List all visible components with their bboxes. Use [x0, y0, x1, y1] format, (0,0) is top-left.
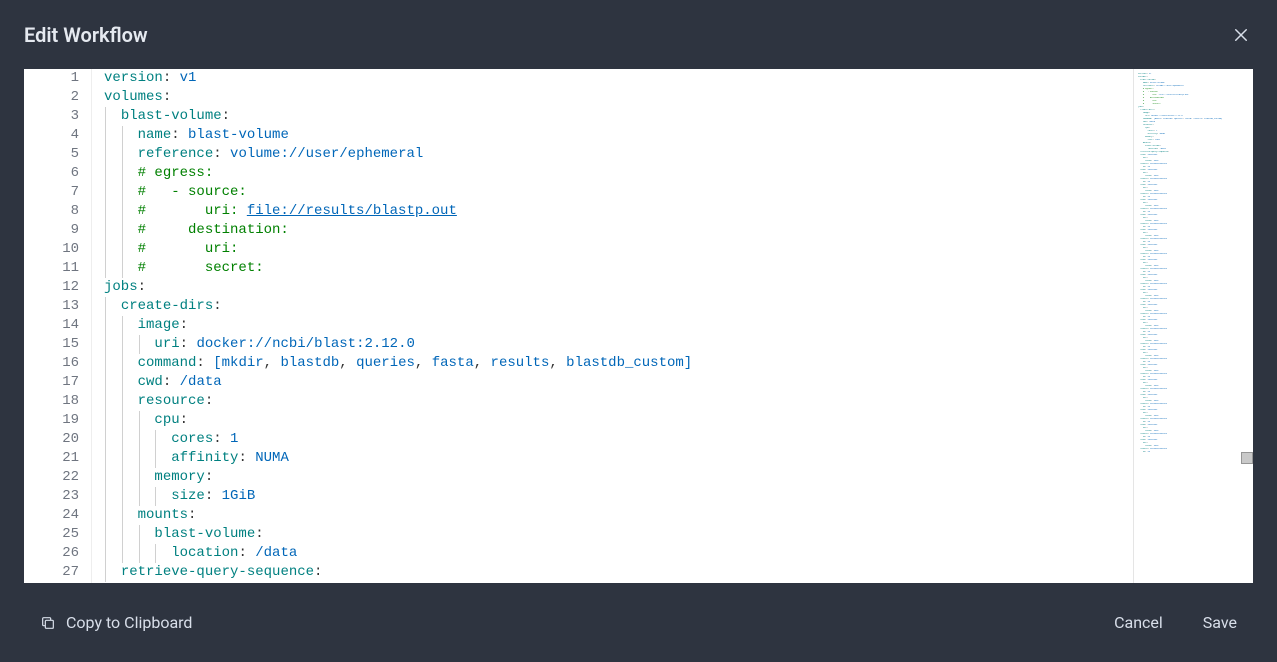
line-number: 4 — [24, 126, 79, 145]
code-line[interactable]: # - source: — [104, 183, 1133, 202]
code-line[interactable]: mounts: — [104, 506, 1133, 525]
save-button[interactable]: Save — [1203, 613, 1237, 632]
line-number: 24 — [24, 506, 79, 525]
line-number: 12 — [24, 278, 79, 297]
line-number-gutter: 1234567891011121314151617181920212223242… — [24, 69, 92, 583]
code-line[interactable]: cpu: — [104, 411, 1133, 430]
code-line[interactable]: reference: volume://user/ephemeral — [104, 145, 1133, 164]
minimap-thumb[interactable] — [1241, 452, 1253, 464]
line-number: 11 — [24, 259, 79, 278]
code-line[interactable]: affinity: NUMA — [104, 449, 1133, 468]
code-line[interactable]: image: — [104, 316, 1133, 335]
line-number: 17 — [24, 373, 79, 392]
code-line[interactable]: cores: 1 — [104, 430, 1133, 449]
footer-actions: Cancel Save — [1114, 613, 1237, 632]
line-number: 25 — [24, 525, 79, 544]
line-number: 27 — [24, 563, 79, 582]
line-number: 9 — [24, 221, 79, 240]
copy-to-clipboard-button[interactable]: Copy to Clipboard — [40, 613, 192, 632]
line-number: 1 — [24, 69, 79, 88]
code-line[interactable]: location: /data — [104, 544, 1133, 563]
copy-label: Copy to Clipboard — [66, 613, 192, 632]
line-number: 7 — [24, 183, 79, 202]
line-number: 21 — [24, 449, 79, 468]
code-line[interactable]: # uri: file://results/blastp.out — [104, 202, 1133, 221]
line-number: 14 — [24, 316, 79, 335]
line-number: 22 — [24, 468, 79, 487]
line-number: 16 — [24, 354, 79, 373]
dialog-header: Edit Workflow — [0, 0, 1277, 69]
line-number: 8 — [24, 202, 79, 221]
code-content[interactable]: version: v1volumes: blast-volume: name: … — [92, 69, 1133, 583]
code-line[interactable]: blast-volume: — [104, 525, 1133, 544]
line-number: 18 — [24, 392, 79, 411]
code-line[interactable]: # egress: — [104, 164, 1133, 183]
code-line[interactable]: create-dirs: — [104, 297, 1133, 316]
code-line[interactable]: # secret: — [104, 259, 1133, 278]
line-number: 3 — [24, 107, 79, 126]
code-line[interactable]: # destination: — [104, 221, 1133, 240]
line-number: 10 — [24, 240, 79, 259]
close-button[interactable] — [1229, 23, 1253, 47]
minimap-scrollbar[interactable] — [1241, 69, 1253, 583]
line-number: 5 — [24, 145, 79, 164]
code-line[interactable]: size: 1GiB — [104, 487, 1133, 506]
line-number: 20 — [24, 430, 79, 449]
code-line[interactable]: blast-volume: — [104, 107, 1133, 126]
code-line[interactable]: resource: — [104, 392, 1133, 411]
code-line[interactable]: memory: — [104, 468, 1133, 487]
code-line[interactable]: jobs: — [104, 278, 1133, 297]
minimap[interactable]: version: v1volumes: blast-volume: name: … — [1133, 69, 1253, 583]
code-line[interactable]: command: [mkdir, blastdb, queries, fasta… — [104, 354, 1133, 373]
dialog-title: Edit Workflow — [24, 23, 148, 47]
line-number: 13 — [24, 297, 79, 316]
code-line[interactable]: name: blast-volume — [104, 126, 1133, 145]
code-line[interactable]: # uri: — [104, 240, 1133, 259]
close-icon — [1232, 26, 1250, 44]
line-number: 15 — [24, 335, 79, 354]
line-number: 23 — [24, 487, 79, 506]
cancel-button[interactable]: Cancel — [1114, 613, 1163, 632]
dialog-footer: Copy to Clipboard Cancel Save — [0, 583, 1277, 662]
code-line[interactable]: uri: docker://ncbi/blast:2.12.0 — [104, 335, 1133, 354]
line-number: 2 — [24, 88, 79, 107]
line-number: 19 — [24, 411, 79, 430]
code-area[interactable]: 1234567891011121314151617181920212223242… — [24, 69, 1133, 583]
line-number: 6 — [24, 164, 79, 183]
code-line[interactable]: retrieve-query-sequence: — [104, 563, 1133, 582]
copy-icon — [40, 615, 56, 631]
line-number: 26 — [24, 544, 79, 563]
code-editor[interactable]: 1234567891011121314151617181920212223242… — [24, 69, 1253, 583]
code-line[interactable]: volumes: — [104, 88, 1133, 107]
code-line[interactable]: cwd: /data — [104, 373, 1133, 392]
code-line[interactable]: version: v1 — [104, 69, 1133, 88]
